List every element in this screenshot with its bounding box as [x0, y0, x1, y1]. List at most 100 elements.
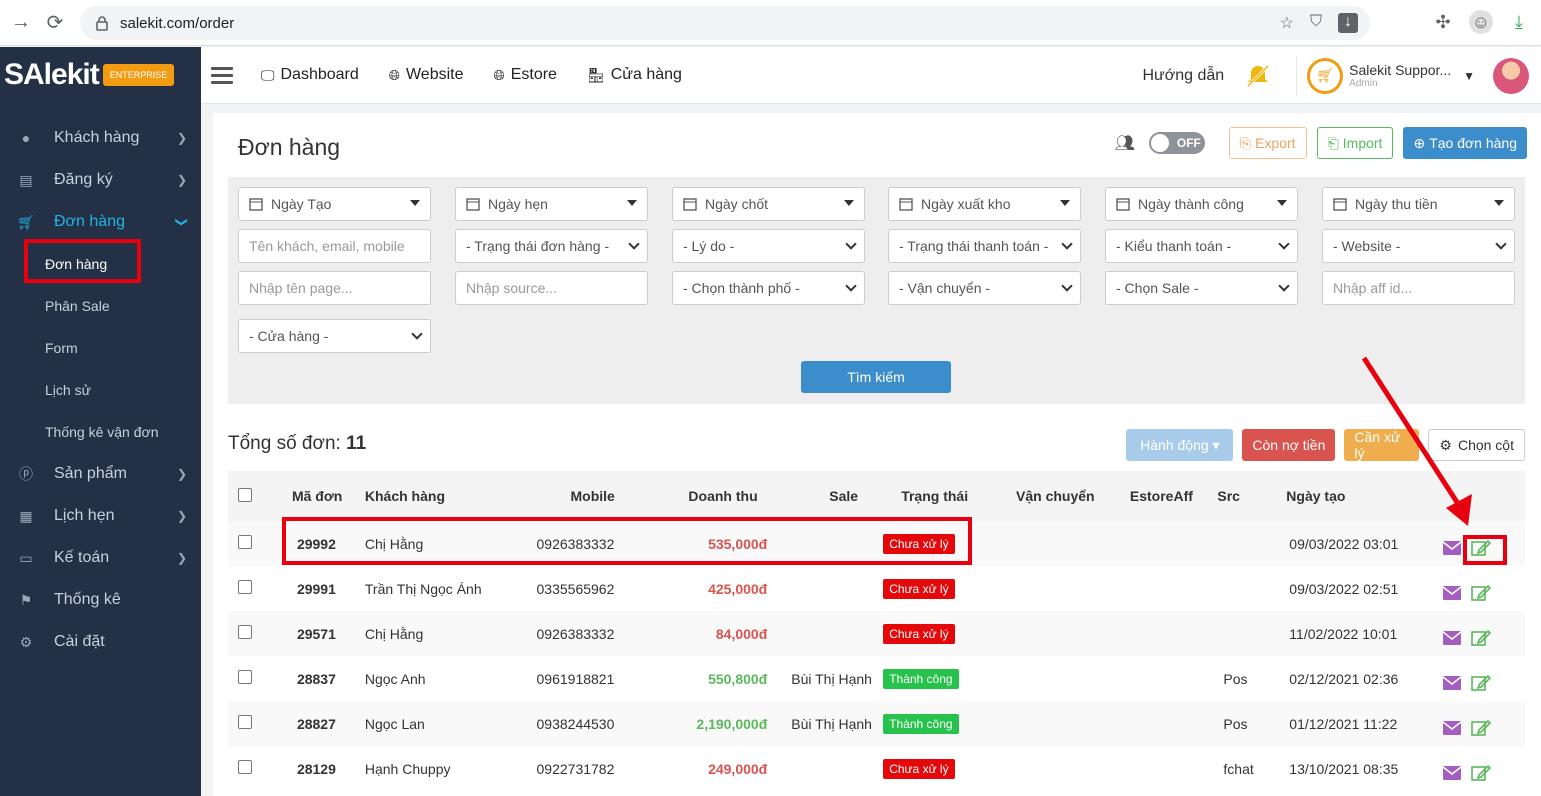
order-status-select[interactable]: - Trạng thái đơn hàng -: [455, 229, 648, 263]
source-input[interactable]: Nhập source...: [455, 271, 648, 305]
edit-icon[interactable]: [1471, 674, 1492, 692]
import-button[interactable]: ⎗ Import: [1316, 127, 1394, 159]
mail-icon[interactable]: [1443, 630, 1462, 645]
sidebar-item-customers[interactable]: ● Khách hàng ❯: [0, 117, 201, 159]
sale-name: [787, 566, 877, 611]
col-code[interactable]: Mã đơn: [268, 471, 354, 521]
row-checkbox[interactable]: [238, 535, 252, 549]
select-all-checkbox[interactable]: [238, 487, 252, 502]
flag-icon: ⚑: [19, 591, 33, 608]
order-code[interactable]: 28827: [268, 701, 354, 746]
debt-filter-button[interactable]: Còn nợ tiền: [1242, 429, 1336, 461]
page-name-input[interactable]: Nhập tên page...: [238, 271, 431, 305]
caret-down-icon[interactable]: ▼: [1463, 69, 1475, 83]
order-code[interactable]: 28129: [268, 746, 354, 791]
bulk-action-button[interactable]: Hành động ▾: [1126, 429, 1234, 461]
sidebar-subitem-shipping-stats[interactable]: Thống kê vận đơn: [0, 411, 201, 453]
sidebar-subitem-history[interactable]: Lịch sử: [0, 369, 201, 411]
col-status[interactable]: Trạng thái: [877, 471, 992, 521]
sidebar-item-orders[interactable]: 🛒︎ Đơn hàng ❯: [0, 201, 201, 243]
brand[interactable]: SAlekit ENTERPRISE: [0, 47, 201, 103]
col-customer[interactable]: Khách hàng: [354, 471, 526, 521]
row-checkbox[interactable]: [238, 580, 252, 594]
row-checkbox[interactable]: [238, 670, 252, 684]
reload-icon[interactable]: ⟳: [42, 10, 68, 36]
sidebar-subitem-form[interactable]: Form: [0, 327, 201, 369]
avatar[interactable]: [1493, 57, 1529, 94]
payment-type-select[interactable]: - Kiểu thanh toán -: [1105, 229, 1298, 263]
mail-icon[interactable]: [1443, 765, 1462, 780]
star-icon[interactable]: ☆: [1280, 13, 1294, 33]
mail-icon[interactable]: [1443, 720, 1462, 735]
cart-avatar-icon[interactable]: 🛒︎: [1307, 57, 1344, 94]
table-row[interactable]: 29571 Chị Hằng 0926383332 84,000đ Chưa x…: [228, 611, 1525, 656]
date-filter-closed[interactable]: Ngày chốt: [672, 187, 865, 221]
topnav-estore[interactable]: 🌐︎ Estore: [494, 66, 557, 84]
address-bar[interactable]: salekit.com/order ☆ ⛉ ↓: [80, 6, 1370, 40]
order-code[interactable]: 28837: [268, 656, 354, 701]
edit-icon[interactable]: [1471, 629, 1492, 647]
col-sale[interactable]: Sale: [787, 471, 877, 521]
sidebar-subitem-assign-sale[interactable]: Phân Sale: [0, 285, 201, 327]
date-filter-appointment[interactable]: Ngày hẹn: [455, 187, 648, 221]
topnav-dashboard[interactable]: 🖵︎ Dashboard: [261, 66, 359, 84]
mail-icon[interactable]: [1443, 675, 1462, 690]
topnav-website[interactable]: 🌐︎ Website: [389, 66, 464, 84]
row-checkbox[interactable]: [238, 715, 252, 729]
sidebar-item-settings[interactable]: ⚙ Cài đặt: [0, 621, 201, 663]
shield-icon[interactable]: ⛉: [1310, 13, 1322, 33]
create-order-button[interactable]: ⊕ Tạo đơn hàng: [1403, 127, 1527, 159]
shipping-select[interactable]: - Vận chuyển -: [888, 271, 1081, 305]
mail-icon[interactable]: [1443, 540, 1462, 555]
col-estore[interactable]: Estore: [1104, 471, 1174, 521]
table-row[interactable]: 28129 Hạnh Chuppy 0922731782 249,000đ Ch…: [228, 746, 1525, 791]
export-button[interactable]: ⎘ Export: [1228, 127, 1307, 159]
sidebar-item-appointments[interactable]: ▦ Lịch hẹn ❯: [0, 495, 201, 537]
row-checkbox[interactable]: [238, 625, 252, 639]
sidebar-item-accounting[interactable]: ▭ Kế toán ❯: [0, 537, 201, 579]
customer-search-input[interactable]: Tên khách, email, mobile, m: [238, 229, 431, 263]
aff-id-input[interactable]: Nhập aff id...: [1322, 271, 1515, 305]
website-select[interactable]: - Website -: [1322, 229, 1515, 263]
table-row[interactable]: 28827 Ngọc Lan 0938244530 2,190,000đ Bùi…: [228, 701, 1525, 746]
sidebar-item-registrations[interactable]: ▤ Đăng ký ❯: [0, 159, 201, 201]
topnav-store[interactable]: 🏪︎ Cửa hàng: [587, 66, 682, 84]
payment-status-select[interactable]: - Trạng thái thanh toán -: [888, 229, 1081, 263]
sidebar-item-label: Đơn hàng: [54, 213, 125, 230]
sidebar-item-statistics[interactable]: ⚑ Thống kê: [0, 579, 201, 621]
table-row[interactable]: 28837 Ngọc Anh 0961918821 550,800đ Bùi T…: [228, 656, 1525, 701]
mail-icon[interactable]: [1443, 585, 1462, 600]
store-select[interactable]: - Cửa hàng -: [238, 319, 431, 353]
edit-icon[interactable]: [1471, 764, 1492, 782]
extensions-icon[interactable]: ✣: [1431, 10, 1455, 34]
row-checkbox[interactable]: [238, 760, 252, 774]
col-shipping[interactable]: Vận chuyển: [992, 471, 1104, 521]
reason-select[interactable]: - Lý do -: [672, 229, 865, 263]
guide-link[interactable]: Hướng dẫn: [1142, 67, 1224, 85]
profile-icon[interactable]: ☺: [1469, 10, 1493, 34]
download-icon[interactable]: ⤓: [1507, 10, 1531, 34]
search-button[interactable]: Tìm kiếm: [801, 361, 951, 393]
date-filter-collected[interactable]: Ngày thu tiền: [1322, 187, 1515, 221]
date-filter-shipped[interactable]: Ngày xuất kho: [888, 187, 1081, 221]
date-filter-success[interactable]: Ngày thành công: [1105, 187, 1298, 221]
date-filter-created[interactable]: Ngày Tạo: [238, 187, 431, 221]
sale-select[interactable]: - Chọn Sale -: [1105, 271, 1298, 305]
order-code[interactable]: 29571: [268, 611, 354, 656]
city-select[interactable]: - Chọn thành phố -: [672, 271, 865, 305]
hamburger-icon[interactable]: [211, 63, 233, 88]
forward-icon[interactable]: →: [8, 10, 34, 36]
col-revenue[interactable]: Doanh thu: [643, 471, 787, 521]
sidebar-item-products[interactable]: ⓟ Sản phẩm ❯: [0, 453, 201, 495]
toggle-switch[interactable]: OFF: [1148, 132, 1205, 154]
col-mobile[interactable]: Mobile: [526, 471, 644, 521]
edit-icon[interactable]: [1471, 719, 1492, 737]
table-row[interactable]: 29991 Trần Thị Ngọc Ánh 0335565962 425,0…: [228, 566, 1525, 611]
download-page-icon[interactable]: ↓: [1338, 13, 1358, 33]
edit-icon[interactable]: [1471, 584, 1492, 602]
order-code[interactable]: 29991: [268, 566, 354, 611]
user-menu[interactable]: Salekit Suppor... Admin: [1349, 62, 1451, 89]
col-src[interactable]: Src: [1217, 471, 1283, 521]
col-aff[interactable]: Aff: [1173, 471, 1217, 521]
bell-off-icon[interactable]: [1244, 62, 1272, 90]
